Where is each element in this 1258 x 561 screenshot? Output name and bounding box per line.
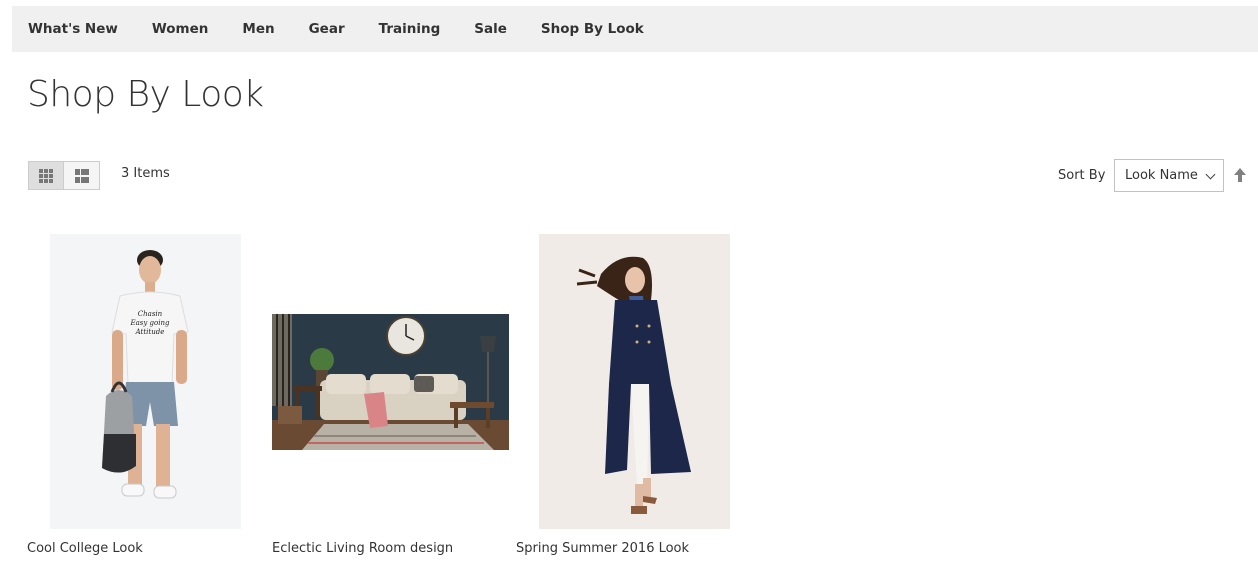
sort-direction-arrow-icon[interactable] (1232, 166, 1248, 184)
sort-label: Sort By (1058, 168, 1106, 183)
look-image-eclectic-living-room[interactable] (272, 314, 509, 450)
svg-text:Attitude: Attitude (135, 328, 165, 336)
list-icon (74, 168, 89, 183)
page-title: Shop By Look (27, 74, 264, 115)
grid-view-button[interactable] (28, 161, 64, 190)
man-with-backpack-photo: Chasin Easy going Attitude (50, 234, 241, 529)
svg-text:Chasin: Chasin (138, 310, 163, 318)
list-view-button[interactable] (64, 161, 100, 190)
look-image-cool-college[interactable]: Chasin Easy going Attitude (50, 234, 241, 529)
look-name-eclectic-living-room[interactable]: Eclectic Living Room design (272, 541, 453, 556)
grid-icon (39, 168, 53, 183)
living-room-photo (272, 314, 509, 450)
view-mode-switch (28, 161, 100, 190)
items-count: 3 Items (121, 166, 170, 181)
nav-item-training[interactable]: Training (379, 21, 441, 37)
nav-item-men[interactable]: Men (242, 21, 274, 37)
nav-item-shop-by-look[interactable]: Shop By Look (541, 21, 644, 37)
look-image-spring-summer-2016[interactable] (539, 234, 730, 529)
nav-item-whats-new[interactable]: What's New (28, 21, 118, 37)
nav-item-gear[interactable]: Gear (309, 21, 345, 37)
sort-select[interactable]: Look Name (1114, 159, 1224, 192)
look-name-spring-summer-2016[interactable]: Spring Summer 2016 Look (516, 541, 689, 556)
chevron-down-icon (1205, 169, 1216, 180)
nav-item-sale[interactable]: Sale (474, 21, 507, 37)
main-navigation: What's New Women Men Gear Training Sale … (12, 6, 1258, 52)
nav-item-women[interactable]: Women (152, 21, 209, 37)
sort-selected-value: Look Name (1125, 168, 1198, 183)
woman-in-navy-coat-photo (539, 234, 730, 529)
look-name-cool-college[interactable]: Cool College Look (27, 541, 143, 556)
svg-text:Easy going: Easy going (130, 319, 170, 327)
